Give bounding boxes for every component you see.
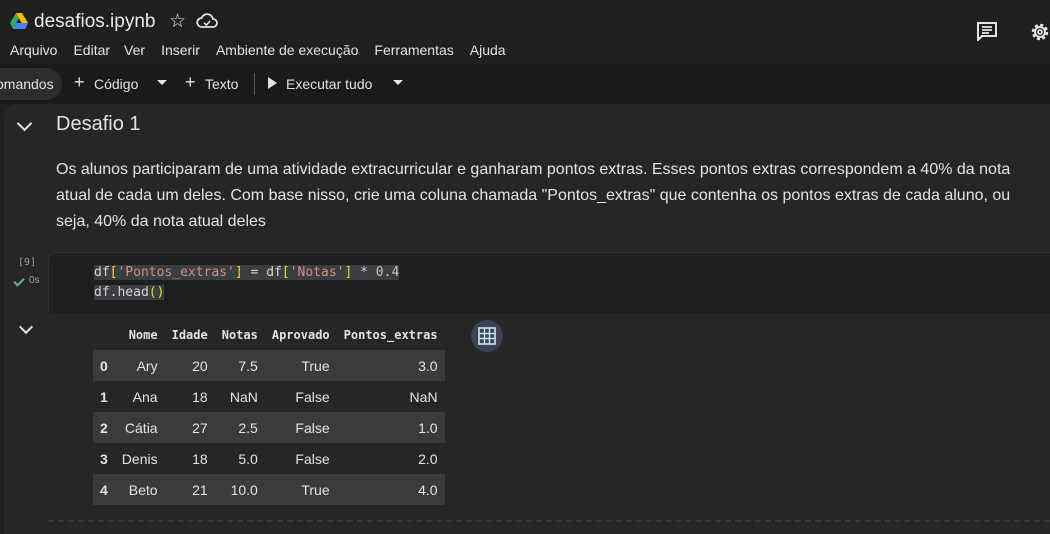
row-index: 4 <box>93 474 115 505</box>
column-header: Notas <box>221 327 258 342</box>
menu-item-arquivo[interactable]: Arquivo <box>10 42 57 58</box>
menu-item-ajuda[interactable]: Ajuda <box>470 42 506 58</box>
table-row: 4 Beto 21 10.0 True 4.0 <box>93 474 445 505</box>
section-heading: Desafio 1 <box>56 113 141 135</box>
column-header: Nome <box>128 327 158 342</box>
table-cell: NaN <box>229 388 258 405</box>
code-token: () <box>148 285 165 300</box>
code-line[interactable]: df['Pontos_extras'] = df['Notas'] * 0.4 <box>94 265 400 280</box>
table-cell: 1.0 <box>336 412 445 443</box>
notebook-toolbar: omandos + Código + Texto Executar tudo <box>0 64 1050 104</box>
cloud-icon[interactable] <box>196 13 218 29</box>
play-icon[interactable] <box>268 77 277 89</box>
table-row: 2 Cátia 27 2.5 False 1.0 <box>93 412 445 443</box>
menu-item-ambiente[interactable]: Ambiente de execução <box>216 42 358 58</box>
code-token: df <box>94 265 110 280</box>
plus-icon: + <box>185 72 196 92</box>
gear-icon[interactable] <box>1028 20 1050 44</box>
code-token: 0.4 <box>375 265 400 280</box>
code-token: ] <box>234 265 243 280</box>
code-cell[interactable] <box>48 252 1050 314</box>
add-code-button[interactable]: + Código <box>74 72 139 92</box>
table-cell: Denis <box>121 450 158 467</box>
column-header: Pontos_extras <box>343 327 438 342</box>
cell-separator <box>48 520 1050 522</box>
comment-icon[interactable] <box>976 21 998 41</box>
table-row: 0 Ary 20 7.5 True 3.0 <box>93 350 445 381</box>
row-index: 2 <box>93 412 115 443</box>
code-token: = df <box>242 265 282 280</box>
table-cell: 4.0 <box>336 474 445 505</box>
chevron-down-icon[interactable] <box>157 80 167 85</box>
add-code-label: Código <box>94 76 139 92</box>
plus-icon: + <box>74 72 85 92</box>
row-index: 3 <box>100 450 108 467</box>
table-cell: False <box>295 450 330 467</box>
table-cell: 7.5 <box>214 350 265 381</box>
table-cell: Cátia <box>114 412 165 443</box>
table-row: 1 Ana 18 NaN False NaN <box>93 381 445 412</box>
table-cell: 2.0 <box>418 450 438 467</box>
menu-item-editar[interactable]: Editar <box>73 42 110 58</box>
execution-count: [9] <box>18 257 37 268</box>
table-cell: Beto <box>114 474 165 505</box>
star-icon[interactable]: ☆ <box>169 10 186 33</box>
table-cell: 2.5 <box>214 412 265 443</box>
code-token: [ <box>281 265 290 280</box>
table-cell: 5.0 <box>238 450 258 467</box>
code-token: df.head <box>94 285 149 300</box>
table-row: 3 Denis 18 5.0 False 2.0 <box>93 443 445 474</box>
table-cell: 18 <box>192 388 208 405</box>
menu-item-ver[interactable]: Ver <box>124 42 145 58</box>
table-cell: Ana <box>132 388 158 405</box>
table-cell: 3.0 <box>336 350 445 381</box>
add-text-button[interactable]: + Texto <box>185 72 239 92</box>
table-cell: Ary <box>114 350 165 381</box>
menu-bar: Arquivo Editar Ver Inserir Ambiente de e… <box>10 42 522 58</box>
code-token: * <box>352 265 376 280</box>
table-cell: NaN <box>409 388 438 405</box>
run-all-label: Executar tudo <box>286 76 373 92</box>
table-cell: False <box>264 412 337 443</box>
code-token: 'Notas' <box>289 265 345 280</box>
code-token: 'Pontos_extras' <box>117 265 235 280</box>
table-grid-icon <box>478 327 496 345</box>
text-cell[interactable]: Os alunos participaram de uma atividade … <box>56 157 1041 235</box>
top-bar: desafios.ipynb ☆ Arquivo Editar Ver Inse… <box>0 0 1050 64</box>
toolbar-divider <box>254 73 255 95</box>
table-cell: True <box>264 350 337 381</box>
column-header: Aprovado <box>271 327 330 342</box>
drive-logo[interactable] <box>10 13 28 29</box>
table-header-row: Nome Idade Notas Aprovado Pontos_extras <box>93 319 445 350</box>
chevron-down-icon[interactable] <box>393 80 403 85</box>
menu-item-ferramentas[interactable]: Ferramentas <box>374 42 453 58</box>
row-index: 0 <box>93 350 115 381</box>
execution-time: 0s <box>29 275 40 286</box>
menu-item-inserir[interactable]: Inserir <box>161 42 200 58</box>
run-all-button[interactable]: Executar tudo <box>286 76 372 92</box>
table-cell: 27 <box>164 412 215 443</box>
table-cell: 18 <box>192 450 208 467</box>
table-cell: True <box>264 474 337 505</box>
add-text-label: Texto <box>205 76 239 92</box>
commands-label: omandos <box>0 76 54 92</box>
table-cell: 20 <box>164 350 215 381</box>
convert-to-interactive-table-button[interactable] <box>471 320 503 352</box>
code-line[interactable]: df.head() <box>94 285 165 300</box>
notebook-title[interactable]: desafios.ipynb <box>34 11 155 33</box>
table-cell: 21 <box>164 474 215 505</box>
table-cell: 10.0 <box>214 474 265 505</box>
column-header <box>93 319 115 350</box>
table-cell: False <box>295 388 330 405</box>
dataframe-table: Nome Idade Notas Aprovado Pontos_extras … <box>93 319 445 505</box>
row-index: 1 <box>100 388 108 405</box>
column-header: Idade <box>171 327 208 342</box>
